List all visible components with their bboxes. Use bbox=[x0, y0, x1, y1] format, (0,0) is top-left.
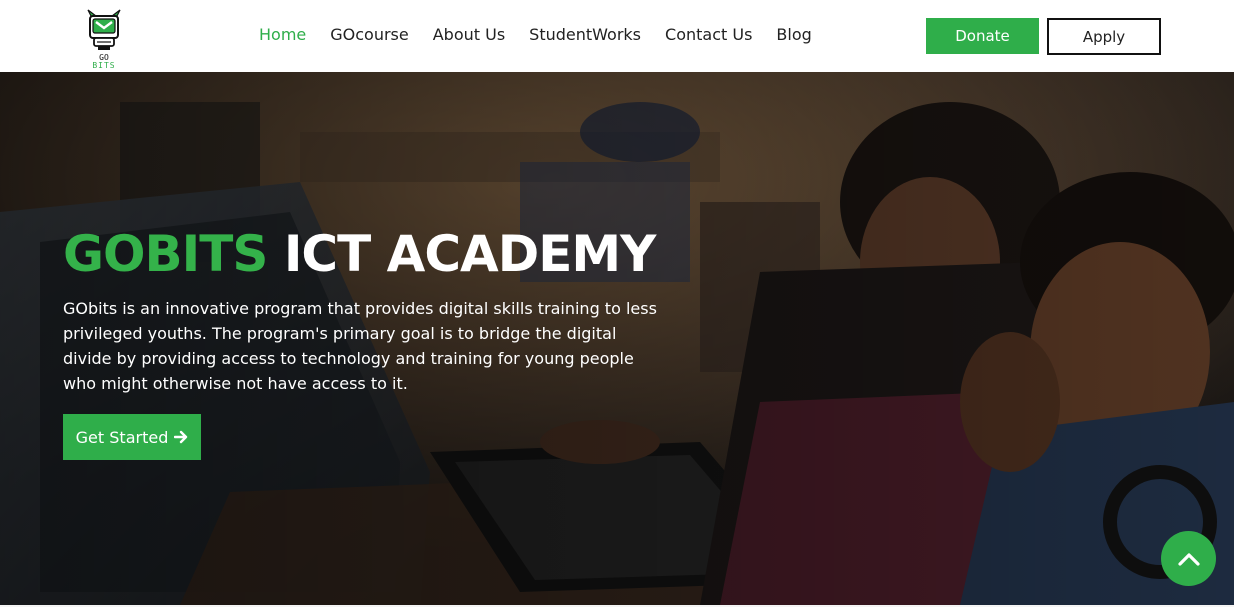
get-started-label: Get Started bbox=[75, 427, 169, 447]
hero-description: GObits is an innovative program that pro… bbox=[63, 299, 657, 393]
nav-item-contact-us[interactable]: Contact Us bbox=[665, 25, 752, 45]
main-nav: Home GOcourse About Us StudentWorks Cont… bbox=[259, 25, 836, 45]
gobits-logo[interactable]: GO BITS bbox=[84, 6, 124, 70]
chevron-up-icon bbox=[1177, 552, 1200, 566]
arrow-right-icon bbox=[174, 430, 188, 444]
scroll-to-top-button[interactable] bbox=[1161, 531, 1216, 586]
logo-text-bits: BITS bbox=[92, 61, 116, 70]
hero-title-highlight: GOBITS bbox=[63, 225, 268, 283]
get-started-button[interactable]: Get Started bbox=[63, 414, 201, 460]
hero-title-rest: ICT ACADEMY bbox=[283, 225, 657, 283]
nav-item-gocourse[interactable]: GOcourse bbox=[330, 25, 408, 45]
logo-wordmark: GO BITS bbox=[84, 54, 124, 70]
nav-item-home[interactable]: Home bbox=[259, 25, 306, 45]
site-header: GO BITS Home GOcourse About Us StudentWo… bbox=[0, 0, 1234, 72]
nav-item-blog[interactable]: Blog bbox=[776, 25, 811, 45]
hero-section: GOBITS ICT ACADEMY GObits is an innovati… bbox=[0, 72, 1234, 605]
nav-item-studentworks[interactable]: StudentWorks bbox=[529, 25, 641, 45]
logo-robot-icon bbox=[87, 9, 121, 50]
hero-title: GOBITS ICT ACADEMY bbox=[63, 224, 657, 284]
nav-item-about-us[interactable]: About Us bbox=[433, 25, 505, 45]
apply-button[interactable]: Apply bbox=[1047, 18, 1161, 55]
donate-button[interactable]: Donate bbox=[926, 18, 1039, 54]
